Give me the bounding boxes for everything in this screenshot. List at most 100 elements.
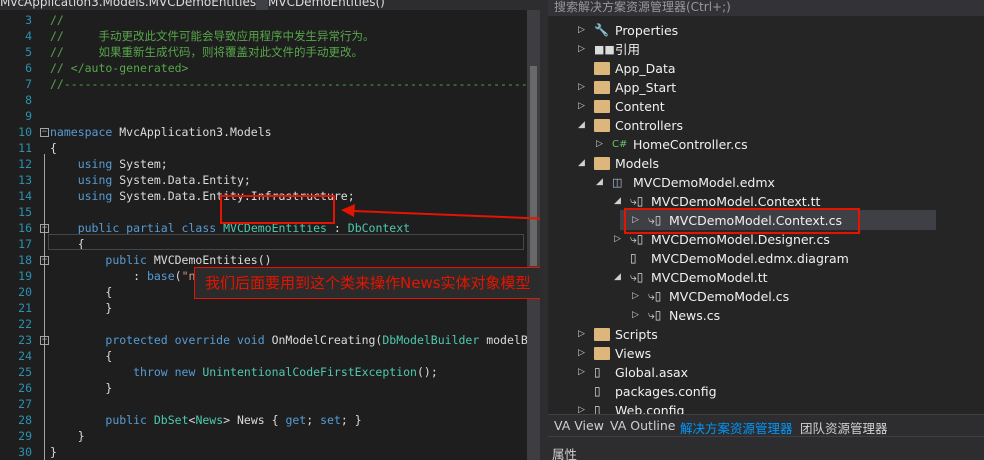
solution-explorer-search[interactable]: 搜索解决方案资源管理器(Ctrl+;) <box>548 0 984 16</box>
edmx-file-icon: ◫ <box>612 176 623 189</box>
code-line[interactable]: 25 throw new UnintentionalCodeFirstExcep… <box>0 364 527 380</box>
pane-divider[interactable] <box>540 0 548 460</box>
code-line[interactable]: 9 <box>0 108 527 124</box>
highlight-box-class-name <box>220 195 335 224</box>
expand-arrow-icon[interactable]: ▷ <box>578 97 588 116</box>
code-line[interactable]: 18− public MVCDemoEntities() <box>0 252 527 268</box>
code-text: { <box>50 141 57 155</box>
code-line[interactable]: 12 using System; <box>0 156 527 172</box>
code-line[interactable]: 7 //-------------------------------------… <box>0 76 527 92</box>
code-line[interactable]: 24 { <box>0 348 527 364</box>
bottom-tab-strip: VA View VA Outline 解决方案资源管理器 团队资源管理器 <box>548 414 984 436</box>
code-line[interactable]: 30} <box>0 444 527 460</box>
code-line[interactable]: 22 <box>0 316 527 332</box>
tree-item-label: App_Start <box>615 80 677 95</box>
tree-item-label: MVCDemoModel.cs <box>669 289 790 304</box>
line-number: 4 <box>25 29 32 43</box>
expand-arrow-icon[interactable]: ▷ <box>578 344 588 363</box>
code-line[interactable]: 10− namespace MvcApplication3.Models <box>0 124 527 140</box>
tt-file-icon: ⤷▯ <box>630 232 644 246</box>
tt-file-icon: ⤷▯ <box>630 270 644 284</box>
line-number: 9 <box>25 109 32 123</box>
code-line[interactable]: 29 } <box>0 428 527 444</box>
tree-item-label: Views <box>615 346 652 361</box>
bottom-tab[interactable]: 解决方案资源管理器 <box>680 418 793 437</box>
code-line[interactable]: 23− protected override void OnModelCreat… <box>0 332 527 348</box>
expand-arrow-icon[interactable]: ▷ <box>578 78 588 97</box>
code-text: namespace MvcApplication3.Models <box>50 125 272 139</box>
annotation-note: 我们后面要用到这个类来操作News实体对象模型 <box>194 267 558 299</box>
wrench-icon: 🔧 <box>594 23 609 37</box>
code-text: protected override void OnModelCreating(… <box>105 333 527 347</box>
folder-icon <box>594 328 610 341</box>
code-text: //--------------------------------------… <box>50 77 527 91</box>
line-number: 21 <box>18 301 32 315</box>
bottom-tab[interactable]: 团队资源管理器 <box>800 418 888 437</box>
csharp-file-icon: C# <box>612 139 628 150</box>
line-number: 3 <box>25 13 32 27</box>
type-dropdown[interactable]: MvcApplication3.Models.MVCDemoEntities <box>0 0 256 9</box>
code-line[interactable]: 3 // <box>0 12 527 28</box>
file-icon: ▯ <box>630 251 637 265</box>
tree-item-label: MVCDemoModel.tt <box>651 270 768 285</box>
tree-item-label: HomeController.cs <box>633 137 748 152</box>
code-text: throw new UnintentionalCodeFirstExceptio… <box>133 365 438 379</box>
line-number: 28 <box>18 413 32 427</box>
tree-item-label: Scripts <box>615 327 658 342</box>
expand-arrow-icon[interactable]: ▷ <box>578 325 588 344</box>
tree-item-label: Controllers <box>615 118 683 133</box>
code-line[interactable]: 8 <box>0 92 527 108</box>
collapse-arrow-icon[interactable]: ◢ <box>578 116 588 135</box>
code-line[interactable]: 28 public DbSet<News> News { get; set; } <box>0 412 527 428</box>
expand-arrow-icon[interactable]: ▷ <box>578 363 588 382</box>
expand-arrow-icon[interactable]: ▷ <box>632 306 642 325</box>
code-line[interactable]: 4 // 手动更改此文件可能会导致应用程序中发生异常行为。 <box>0 28 527 44</box>
collapse-arrow-icon[interactable]: ◢ <box>578 154 588 173</box>
collapse-arrow-icon[interactable]: ◢ <box>596 173 606 192</box>
line-number: 26 <box>18 381 32 395</box>
code-line[interactable]: 26 } <box>0 380 527 396</box>
collapse-arrow-icon[interactable]: ◢ <box>614 192 624 211</box>
code-text: { <box>50 285 113 299</box>
properties-label: 属性 <box>552 447 578 460</box>
tt-file-icon: ⤷▯ <box>630 194 644 208</box>
folder-icon <box>594 81 610 94</box>
tt-file-icon: ⤷▯ <box>648 289 662 303</box>
code-line[interactable]: 5 // 如果重新生成代码，则将覆盖对此文件的手动更改。 <box>0 44 527 60</box>
folder-icon <box>594 100 610 113</box>
code-text: public DbSet<News> News { get; set; } <box>105 413 362 427</box>
expand-arrow-icon[interactable]: ▷ <box>578 40 588 59</box>
line-number: 20 <box>18 285 32 299</box>
dropdown-separator <box>256 0 268 10</box>
code-line[interactable]: 27 <box>0 396 527 412</box>
collapse-arrow-icon[interactable]: ◢ <box>614 268 624 287</box>
member-dropdown[interactable]: MVCDemoEntities() <box>268 0 385 9</box>
expand-arrow-icon[interactable]: ▷ <box>614 230 624 249</box>
expand-arrow-icon[interactable]: ▷ <box>632 287 642 306</box>
config-file-icon: ▯ <box>594 384 601 398</box>
code-text: using System; <box>77 157 168 171</box>
code-line[interactable]: 6 // </auto-generated> <box>0 60 527 76</box>
code-line[interactable]: 13 using System.Data.Entity; <box>0 172 527 188</box>
bottom-tab[interactable]: VA View <box>554 418 604 433</box>
bottom-tab[interactable]: VA Outline <box>610 418 676 433</box>
tree-item-label: News.cs <box>669 308 721 323</box>
outline-guide <box>44 362 45 426</box>
tree-item-label: Content <box>615 99 665 114</box>
code-text: { <box>50 349 113 363</box>
line-number: 15 <box>18 205 32 219</box>
editor-navigation-bar: MvcApplication3.Models.MVCDemoEntities M… <box>0 0 540 10</box>
code-line[interactable]: 21 } <box>0 300 527 316</box>
folder-icon <box>594 157 610 170</box>
tree-item-label: MVCDemoModel.edmx <box>633 175 775 190</box>
expand-arrow-icon[interactable]: ▷ <box>578 21 588 40</box>
expand-arrow-icon[interactable]: ▷ <box>596 135 606 154</box>
file-icon: ▯ <box>594 365 601 379</box>
tree-item-label: Properties <box>615 23 679 38</box>
folder-icon <box>594 347 610 360</box>
folder-icon <box>594 62 610 75</box>
collapse-icon[interactable]: − <box>40 128 49 137</box>
code-text: // 手动更改此文件可能会导致应用程序中发生异常行为。 <box>50 29 375 43</box>
code-line[interactable]: 11 { <box>0 140 527 156</box>
code-text: } <box>50 445 57 459</box>
